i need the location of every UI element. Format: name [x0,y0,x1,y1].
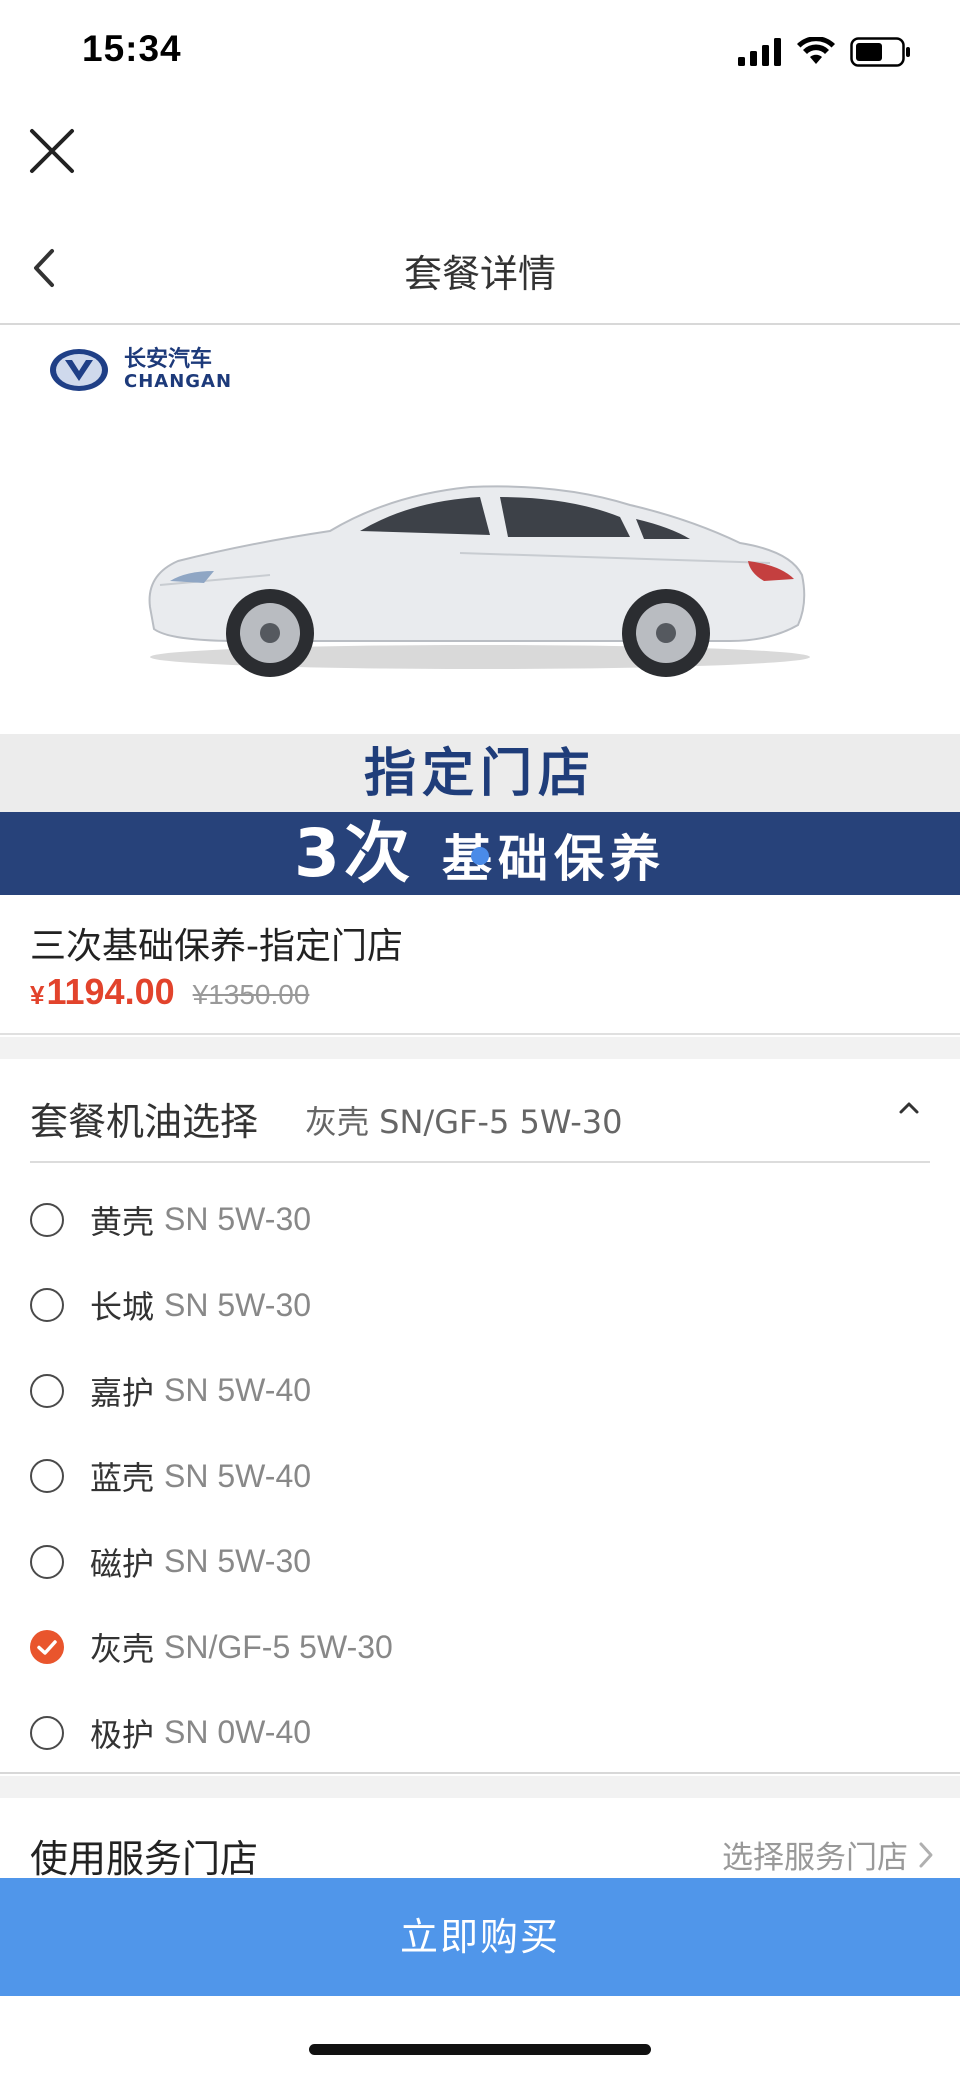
price-value: 1194.00 [46,971,175,1012]
current-price: ¥1194.00 [30,971,175,1013]
changan-logo-icon [50,349,108,391]
oil-spec: SN 5W-30 [164,1543,312,1580]
oil-brand: 蓝壳 [90,1459,155,1498]
radio-button[interactable] [30,1373,64,1408]
radio-button-checked[interactable] [30,1630,64,1665]
service-store-label: 使用服务门店 [30,1837,259,1881]
oil-selection-header[interactable]: 套餐机油选择 灰壳 SN/GF-5 5W-30 [30,1059,930,1163]
oil-brand: 磁护 [90,1544,155,1583]
status-time: 15:34 [82,28,182,69]
checkmark-icon [37,1640,57,1655]
carousel-indicator[interactable] [471,847,489,865]
original-price: ¥1350.00 [192,979,310,1010]
banner-band-store: 指定门店 [0,734,960,814]
oil-spec: SN 5W-40 [164,1457,312,1494]
oil-option-jiahu[interactable]: 嘉护 SN 5W-40 [0,1348,960,1434]
oil-spec: SN 0W-40 [164,1714,312,1751]
chevron-right-icon [919,1842,933,1867]
oil-brand: 黄壳 [90,1202,155,1241]
section-divider [0,1776,960,1798]
oil-selected-value: 灰壳 SN/GF-5 5W-30 [305,1103,623,1141]
banner-count: 3次 [294,815,414,892]
oil-selection-section: 套餐机油选择 灰壳 SN/GF-5 5W-30 黄壳 SN 5W-30 长城 S… [0,1059,960,1774]
select-store-link[interactable]: 选择服务门店 [722,1832,936,1877]
oil-brand: 长城 [90,1288,155,1327]
logo-text-cn: 长安汽车 [124,347,213,372]
oil-option-huike[interactable]: 灰壳 SN/GF-5 5W-30 [0,1605,960,1691]
battery-icon [850,37,910,67]
page-title: 套餐详情 [403,252,556,296]
radio-button[interactable] [30,1202,64,1237]
oil-selection-label: 套餐机油选择 [30,1100,259,1144]
product-banner[interactable]: 长安汽车 CHANGAN 指定门店 3次 基础保养 [0,327,960,895]
select-store-text: 选择服务门店 [722,1840,908,1876]
oil-option-jihu[interactable]: 极护 SN 0W-40 [0,1690,960,1776]
status-bar: 15:34 [0,0,960,105]
currency-symbol: ¥ [30,980,45,1010]
wifi-icon [797,37,835,64]
cellular-signal-icon [738,38,781,66]
oil-option-changcheng[interactable]: 长城 SN 5W-30 [0,1263,960,1349]
radio-button[interactable] [30,1544,64,1579]
radio-button[interactable] [30,1288,64,1323]
product-info: 三次基础保养-指定门店 ¥1194.00 ¥1350.00 [0,895,960,1035]
oil-spec: SN/GF-5 5W-30 [164,1628,393,1665]
changan-logo: 长安汽车 CHANGAN [48,347,232,393]
oil-brand: 灰壳 [90,1630,155,1669]
oil-option-cihu[interactable]: 磁护 SN 5W-30 [0,1519,960,1605]
webview-nav [0,105,960,205]
close-icon[interactable] [26,125,78,177]
chevron-up-icon[interactable] [894,1093,924,1123]
oil-option-lanke[interactable]: 蓝壳 SN 5W-40 [0,1434,960,1520]
radio-button[interactable] [30,1459,64,1494]
status-icons [738,34,912,70]
radio-button[interactable] [30,1715,64,1750]
oil-spec: SN 5W-30 [164,1286,312,1323]
car-image [148,485,810,677]
oil-spec: SN 5W-30 [164,1201,312,1238]
logo-text-en: CHANGAN [124,371,233,392]
oil-brand: 极护 [90,1715,155,1754]
page-header: 套餐详情 [0,215,960,325]
oil-brand: 嘉护 [90,1373,155,1412]
buy-now-button[interactable]: 立即购买 [0,1878,960,1996]
service-store-row[interactable]: 使用服务门店 选择服务门店 [0,1798,960,1881]
price-row: ¥1194.00 ¥1350.00 [30,971,309,1013]
product-title: 三次基础保养-指定门店 [30,926,403,967]
section-divider [0,1037,960,1059]
oil-option-huangke[interactable]: 黄壳 SN 5W-30 [0,1177,960,1263]
oil-option-list: 黄壳 SN 5W-30 长城 SN 5W-30 嘉护 SN 5W-40 蓝壳 S… [0,1177,960,1776]
oil-spec: SN 5W-40 [164,1372,312,1409]
home-indicator [309,2044,651,2055]
